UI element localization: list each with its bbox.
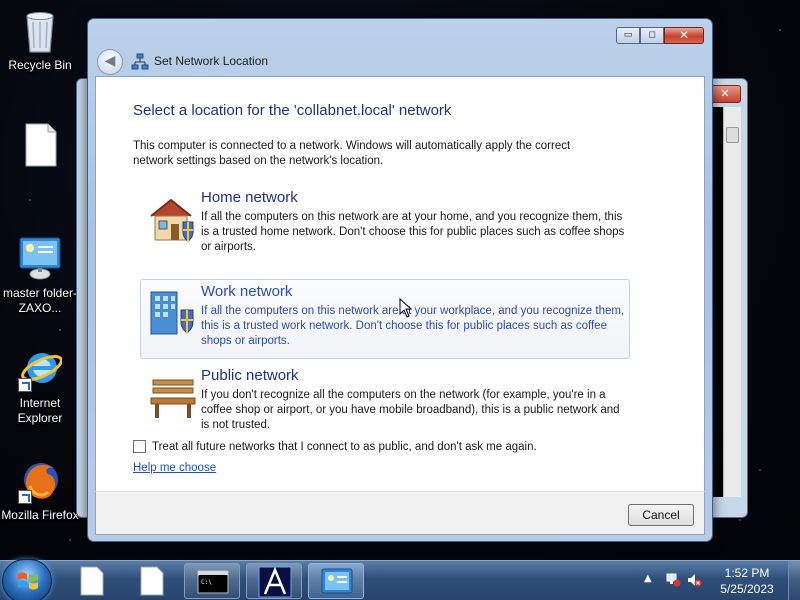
clock[interactable]: 1:52 PM 5/25/2023 — [712, 565, 782, 597]
taskbar-item-document-1[interactable] — [64, 563, 120, 599]
public-network-title: Public network — [201, 367, 299, 384]
internet-explorer-icon — [18, 346, 63, 392]
taskbar: C:\ ▲ 1:52 PM 5/25/2023 — [0, 559, 800, 600]
back-button[interactable]: ◀ — [97, 49, 123, 75]
work-network-icon — [147, 288, 199, 338]
network-tray-icon[interactable] — [666, 572, 682, 591]
recycle-bin-label: Recycle Bin — [8, 58, 72, 72]
desktop-icon-mozilla-firefox[interactable]: Mozilla Firefox — [1, 458, 79, 523]
recycle-bin-icon — [18, 8, 62, 54]
public-network-description: If you don't recognize all the computers… — [201, 389, 620, 431]
page-heading: Select a location for the 'collabnet.loc… — [133, 102, 452, 119]
desktop-icon-internet-explorer[interactable]: Internet Explorer — [1, 346, 79, 426]
dialog-title: Set Network Location — [154, 54, 269, 68]
option-home-network[interactable]: Home network If all the computers on thi… — [140, 185, 630, 265]
minimize-button[interactable]: ▭ — [616, 27, 640, 44]
clock-date: 5/25/2023 — [720, 582, 774, 596]
network-control-panel-icon — [321, 568, 353, 594]
file-icon — [18, 122, 62, 168]
mozilla-firefox-label: Mozilla Firefox — [1, 508, 79, 522]
set-network-location-dialog: ▭ ◻ ✕ ◀ Set Network Location Select a lo… — [87, 18, 713, 542]
treat-as-public-checkbox[interactable] — [133, 440, 146, 453]
a-app-icon — [258, 566, 292, 598]
taskbar-item-document-2[interactable] — [124, 563, 180, 599]
taskbar-item-a-app[interactable] — [246, 563, 302, 599]
start-button[interactable] — [2, 559, 52, 600]
desktop-icon-recycle-bin[interactable]: Recycle Bin — [1, 8, 79, 73]
intro-text: This computer is connected to a network.… — [133, 140, 571, 167]
treat-as-public-row[interactable]: Treat all future networks that I connect… — [133, 440, 537, 453]
taskbar-item-command-prompt[interactable]: C:\ — [184, 563, 240, 599]
help-me-choose-link[interactable]: Help me choose — [133, 462, 216, 474]
network-folder-icon — [18, 236, 62, 282]
desktop-icon-master-folder[interactable]: master folder-ZAXO... — [1, 236, 79, 316]
clock-time: 1:52 PM — [724, 566, 770, 580]
background-window-close-button[interactable]: ✕ — [709, 85, 741, 103]
master-folder-label: master folder-ZAXO... — [2, 286, 78, 315]
window-controls: ▭ ◻ ✕ — [616, 27, 704, 44]
home-network-icon — [147, 194, 199, 244]
public-network-icon — [147, 372, 199, 422]
home-network-description: If all the computers on this network are… — [201, 211, 625, 253]
shortcut-arrow-icon — [18, 378, 32, 392]
treat-as-public-label[interactable]: Treat all future networks that I connect… — [152, 441, 537, 453]
work-network-description: If all the computers on this network are… — [201, 305, 625, 347]
maximize-button[interactable]: ◻ — [640, 27, 664, 44]
windows-logo-icon — [17, 571, 39, 591]
shortcut-arrow-icon — [18, 490, 32, 504]
desktop-icon-file[interactable] — [1, 122, 79, 172]
dialog-footer: Cancel — [95, 491, 705, 535]
svg-text:C:\: C:\ — [201, 579, 212, 586]
volume-muted-icon[interactable] — [686, 572, 702, 591]
firefox-icon — [18, 458, 62, 504]
cancel-button[interactable]: Cancel — [628, 504, 694, 526]
home-network-title: Home network — [201, 189, 298, 206]
document-icon — [80, 566, 104, 596]
background-scrollbar[interactable] — [723, 107, 741, 497]
console-icon: C:\ — [197, 570, 229, 594]
scrollbar-thumb[interactable] — [726, 127, 739, 143]
option-work-network[interactable]: Work network If all the computers on thi… — [140, 279, 630, 359]
mouse-cursor-icon — [399, 297, 413, 318]
system-tray: ▲ 1:52 PM 5/25/2023 — [640, 561, 800, 600]
option-public-network[interactable]: Public network If you don't recognize al… — [140, 363, 630, 443]
document-icon — [140, 566, 164, 596]
back-arrow-icon: ◀ — [104, 53, 116, 69]
taskbar-item-network-sharing[interactable] — [308, 563, 364, 599]
work-network-title: Work network — [201, 283, 293, 300]
show-hidden-icons-button[interactable]: ▲ — [644, 573, 652, 584]
close-button[interactable]: ✕ — [664, 27, 704, 44]
dialog-content: Select a location for the 'collabnet.loc… — [95, 76, 705, 491]
show-desktop-button[interactable] — [788, 561, 800, 600]
internet-explorer-label: Internet Explorer — [17, 396, 63, 425]
network-icon — [131, 53, 149, 71]
